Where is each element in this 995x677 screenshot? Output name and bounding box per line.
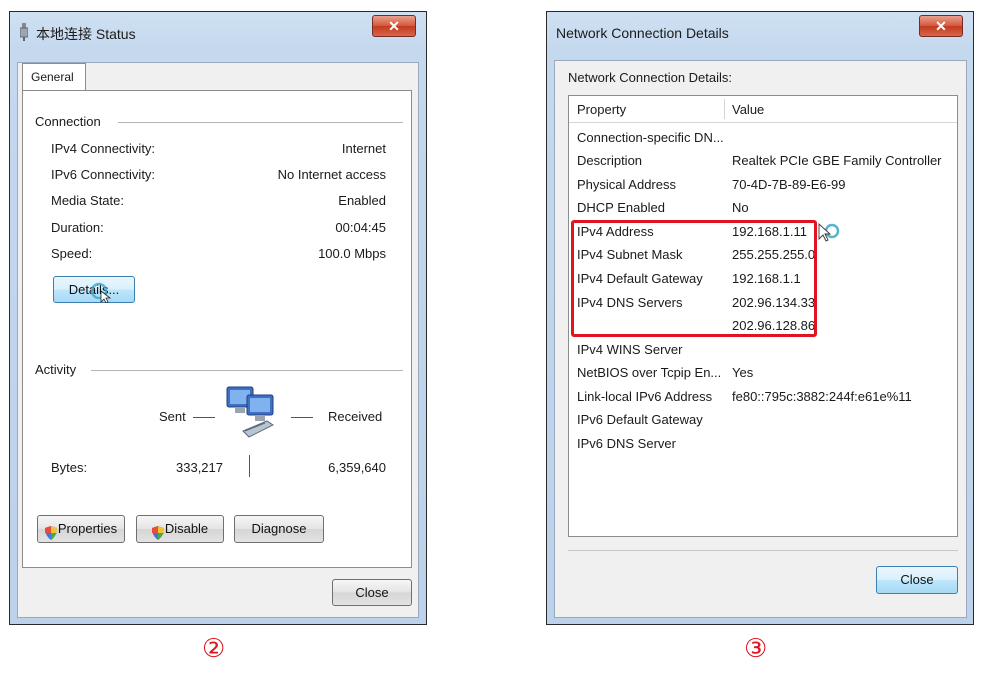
status-close-x-button[interactable]: ✕	[372, 15, 416, 37]
mouse-pointer-icon	[817, 222, 843, 248]
list-row[interactable]: Link-local IPv6 Address fe80::795c:3882:…	[569, 386, 957, 408]
row-property: IPv6 DNS Server	[577, 436, 676, 451]
row-property: IPv6 Default Gateway	[577, 412, 703, 427]
status-close-button-label: Close	[355, 585, 389, 600]
bytes-separator	[249, 455, 250, 477]
list-row[interactable]: Connection-specific DN...	[569, 127, 957, 149]
details-close-button[interactable]: Close	[876, 566, 958, 594]
status-client-area: General Connection IPv4 Connectivity: In…	[17, 62, 419, 618]
shield-icon	[151, 523, 164, 540]
speed-label: Speed:	[51, 246, 93, 261]
sent-label: Sent	[159, 409, 186, 424]
row-property: Connection-specific DN...	[577, 130, 724, 145]
list-row[interactable]: Physical Address 70-4D-7B-89-E6-99	[569, 174, 957, 196]
shield-icon	[44, 523, 57, 540]
sent-line	[193, 417, 215, 418]
list-row[interactable]: IPv6 Default Gateway	[569, 409, 957, 431]
row-value: 70-4D-7B-89-E6-99	[732, 177, 846, 192]
details-close-button-label: Close	[900, 572, 934, 587]
connection-divider	[118, 122, 403, 123]
status-window: 本地连接 Status ✕ General Connection IPv4 Co…	[9, 11, 427, 625]
list-row[interactable]: Description Realtek PCIe GBE Family Cont…	[569, 150, 957, 172]
list-header: Property Value	[569, 96, 957, 123]
media-state-label: Media State:	[51, 193, 124, 208]
bytes-label: Bytes:	[51, 460, 88, 475]
details-client-area: Network Connection Details: Property Val…	[554, 60, 967, 618]
diagnose-button-label: Diagnose	[251, 521, 307, 536]
row-value: fe80::795c:3882:244f:e61e%11	[732, 389, 912, 404]
details-close-x-button[interactable]: ✕	[919, 15, 963, 37]
network-computers-icon	[221, 381, 285, 443]
list-row[interactable]: IPv4 WINS Server	[569, 339, 957, 361]
details-title-bar[interactable]: Network Connection Details ✕	[547, 12, 973, 54]
properties-button-label: Properties	[57, 521, 118, 536]
row-property: NetBIOS over Tcpip En...	[577, 365, 722, 380]
mouse-pointer-icon	[89, 281, 112, 304]
column-header-property[interactable]: Property	[577, 102, 626, 117]
status-window-title: 本地连接 Status	[36, 26, 136, 42]
tab-general[interactable]: General	[22, 63, 86, 91]
row-value: No	[732, 200, 749, 215]
column-header-value[interactable]: Value	[732, 102, 764, 117]
activity-divider	[91, 370, 403, 371]
ipv4-highlight-box	[571, 220, 817, 337]
list-row[interactable]: DHCP Enabled No	[569, 197, 957, 219]
list-row[interactable]: NetBIOS over Tcpip En... Yes	[569, 362, 957, 384]
duration-label: Duration:	[51, 220, 104, 235]
status-close-button[interactable]: Close	[332, 579, 412, 606]
row-value: Realtek PCIe GBE Family Controller	[732, 153, 942, 168]
details-heading: Network Connection Details:	[568, 70, 733, 85]
details-window: Network Connection Details ✕ Network Con…	[546, 11, 974, 625]
ipv4-connectivity-label: IPv4 Connectivity:	[51, 141, 156, 156]
received-label: Received	[328, 409, 383, 424]
row-property: Description	[577, 153, 643, 168]
ipv6-connectivity-label: IPv6 Connectivity:	[51, 167, 156, 182]
step-3-label: ③	[744, 634, 768, 664]
row-property: IPv4 WINS Server	[577, 342, 683, 357]
bytes-received-value: 6,359,640	[328, 460, 386, 475]
duration-value: 00:04:45	[335, 220, 386, 235]
disable-button[interactable]: Disable	[136, 515, 224, 543]
details-window-title: Network Connection Details	[556, 25, 729, 41]
list-row[interactable]: IPv6 DNS Server	[569, 433, 957, 455]
properties-button[interactable]: Properties	[37, 515, 125, 543]
general-tab-panel: Connection IPv4 Connectivity: Internet I…	[22, 90, 412, 568]
details-bottom-divider	[568, 550, 958, 551]
step-2-label: ②	[202, 634, 226, 664]
row-property: Physical Address	[577, 177, 676, 192]
ipv6-connectivity-value: No Internet access	[277, 167, 386, 182]
received-line	[291, 417, 313, 418]
column-divider[interactable]	[724, 99, 725, 119]
tab-general-label: General	[31, 70, 74, 84]
ipv4-connectivity-value: Internet	[341, 141, 386, 156]
connection-heading: Connection	[35, 114, 101, 129]
speed-value: 100.0 Mbps	[318, 246, 386, 261]
media-state-value: Enabled	[338, 193, 386, 208]
network-adapter-icon	[19, 23, 29, 41]
activity-heading: Activity	[35, 362, 77, 377]
bytes-sent-value: 333,217	[176, 460, 223, 475]
status-title-bar[interactable]: 本地连接 Status ✕	[10, 12, 426, 54]
row-value: Yes	[732, 365, 754, 380]
row-property: DHCP Enabled	[577, 200, 665, 215]
details-list[interactable]: Property Value Connection-specific DN...…	[568, 95, 958, 537]
diagnose-button[interactable]: Diagnose	[234, 515, 324, 543]
row-property: Link-local IPv6 Address	[577, 389, 713, 404]
disable-button-label: Disable	[164, 521, 209, 536]
